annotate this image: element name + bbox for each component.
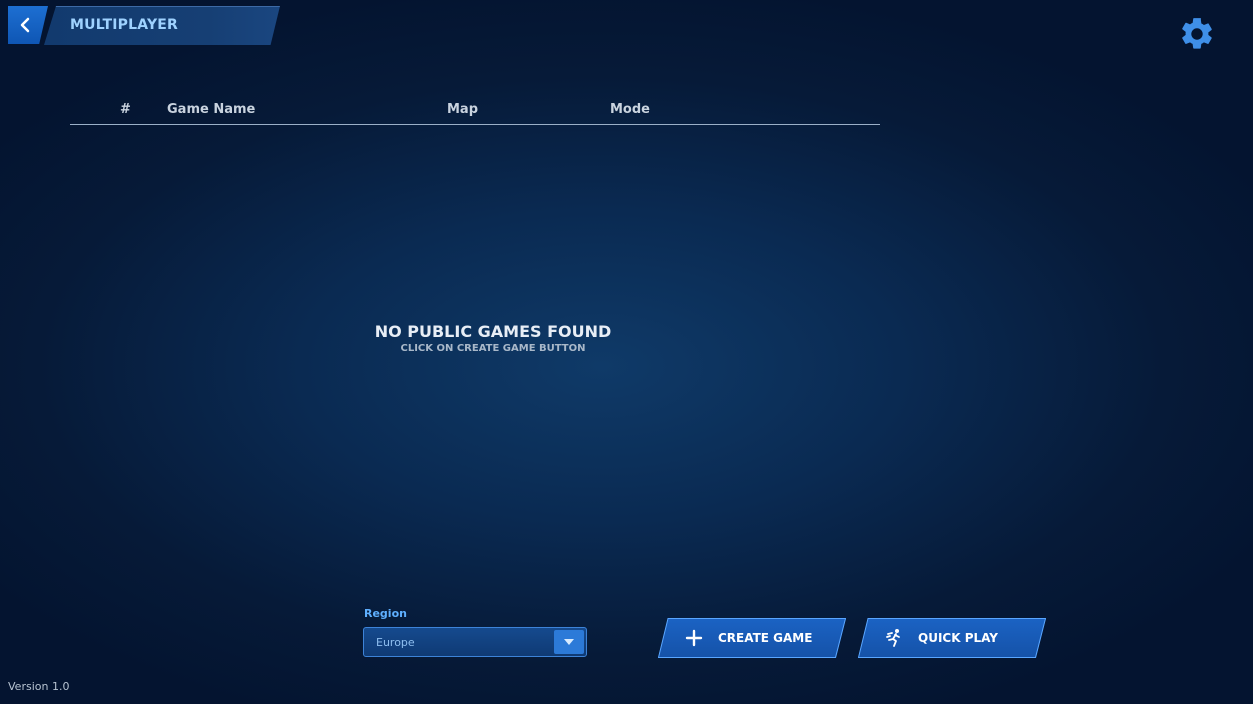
- empty-state-subtitle: CLICK ON CREATE GAME BUTTON: [400, 343, 586, 354]
- region-dropdown[interactable]: Europe: [363, 627, 587, 657]
- region-label: Region: [364, 607, 407, 620]
- column-map: Map: [447, 102, 479, 117]
- column-number: #: [120, 102, 131, 117]
- column-game-name: Game Name: [167, 102, 256, 117]
- page-title-tab: MULTIPLAYER: [44, 6, 280, 45]
- plus-icon: [684, 628, 704, 648]
- running-figure-icon: [884, 628, 904, 648]
- empty-state-title: NO PUBLIC GAMES FOUND: [374, 322, 612, 341]
- empty-state: NO PUBLIC GAMES FOUND CLICK ON CREATE GA…: [340, 322, 646, 354]
- page-title: MULTIPLAYER: [70, 17, 179, 33]
- region-dropdown-toggle[interactable]: [554, 630, 584, 654]
- quick-play-label: QUICK PLAY: [918, 631, 998, 645]
- game-list-header: # Game Name Map Mode: [70, 100, 880, 125]
- create-game-label: CREATE GAME: [718, 631, 813, 645]
- gear-icon[interactable]: [1178, 15, 1216, 53]
- back-arrow-icon: [20, 17, 30, 33]
- quick-play-button[interactable]: QUICK PLAY: [858, 618, 1046, 658]
- back-button[interactable]: [8, 6, 48, 44]
- create-game-button[interactable]: CREATE GAME: [658, 618, 846, 658]
- region-selected-value: Europe: [376, 636, 415, 649]
- column-mode: Mode: [610, 102, 650, 117]
- chevron-down-icon: [564, 639, 574, 645]
- version-label: Version 1.0: [8, 680, 70, 693]
